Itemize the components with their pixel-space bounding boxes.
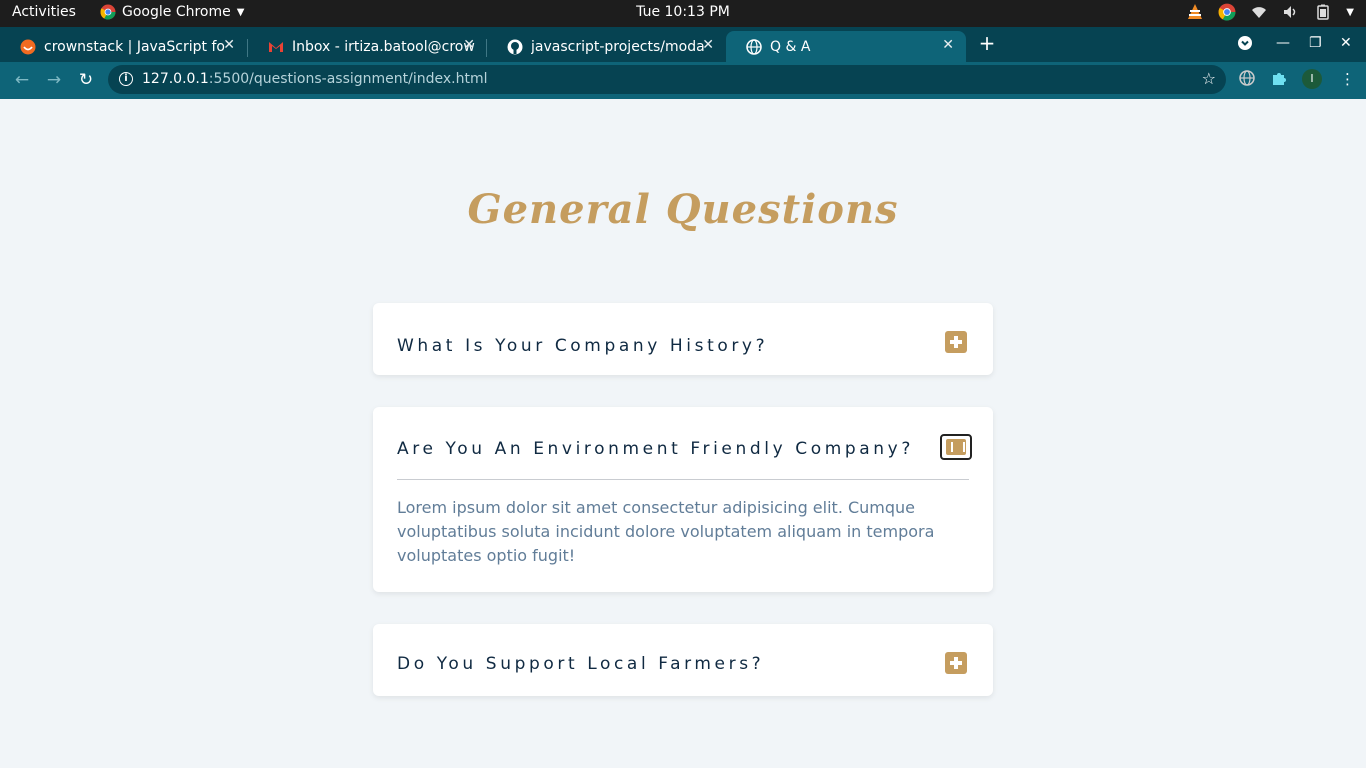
info-icon[interactable]: i — [119, 72, 133, 86]
tab-title: crownstack | JavaScript fo — [44, 38, 225, 55]
close-icon[interactable]: ✕ — [223, 37, 235, 53]
question-card: Do You Support Local Farmers? — [373, 624, 993, 696]
question-card-expanded: Are You An Environment Friendly Company?… — [373, 407, 993, 592]
new-tab-button[interactable]: + — [977, 33, 997, 54]
volume-icon[interactable] — [1282, 3, 1300, 21]
app-menu[interactable]: Google Chrome ▼ — [100, 4, 244, 20]
url-path: :5500/questions-assignment/index.html — [208, 71, 488, 87]
tab-gmail[interactable]: Inbox - irtiza.batool@crow ✕ — [248, 31, 487, 62]
answer-text: Lorem ipsum dolor sit amet consectetur a… — [397, 498, 935, 565]
github-favicon-icon — [507, 39, 523, 54]
menu-kebab-icon[interactable]: ⋮ — [1340, 70, 1355, 88]
browser-toolbar: ← → ↻ i 127.0.0.1:5500/questions-assignm… — [0, 62, 1366, 99]
question-text: Do You Support Local Farmers? — [397, 654, 765, 674]
question-card: What Is Your Company History? — [373, 303, 993, 375]
minimize-icon[interactable]: — — [1276, 35, 1290, 51]
translate-globe-icon[interactable] — [1239, 70, 1255, 90]
wifi-icon[interactable] — [1250, 3, 1268, 21]
app-menu-label: Google Chrome — [122, 4, 231, 20]
activities-button[interactable]: Activities — [12, 4, 76, 20]
chrome-icon — [100, 4, 116, 20]
tab-search-icon[interactable] — [1237, 35, 1253, 55]
chevron-down-icon: ▼ — [236, 6, 245, 18]
expand-plus-icon[interactable] — [945, 652, 967, 674]
tab-github[interactable]: javascript-projects/moda ✕ — [487, 31, 726, 62]
avatar[interactable]: I — [1302, 69, 1322, 89]
bookmark-star-icon[interactable]: ☆ — [1202, 69, 1216, 88]
system-tray[interactable]: ▼ — [1186, 3, 1354, 21]
reload-icon[interactable]: ↻ — [76, 70, 96, 90]
crownstack-favicon-icon — [20, 39, 36, 54]
close-icon[interactable]: ✕ — [463, 37, 475, 53]
page-title: General Questions — [467, 186, 899, 233]
vlc-icon[interactable] — [1186, 3, 1204, 21]
question-text: Are You An Environment Friendly Company? — [397, 439, 914, 459]
close-icon[interactable]: ✕ — [942, 37, 954, 53]
close-window-icon[interactable]: ✕ — [1340, 35, 1352, 51]
url-text[interactable]: 127.0.0.1:5500/questions-assignment/inde… — [142, 71, 487, 87]
extensions-puzzle-icon[interactable] — [1271, 70, 1287, 90]
tab-qa[interactable]: Q & A ✕ — [726, 31, 966, 62]
back-icon[interactable]: ← — [12, 70, 32, 90]
restore-icon[interactable]: ❐ — [1309, 35, 1322, 51]
tab-title: Inbox - irtiza.batool@crow — [292, 38, 475, 55]
close-icon[interactable]: ✕ — [702, 37, 714, 53]
divider — [397, 479, 969, 480]
gmail-favicon-icon — [269, 41, 283, 52]
collapse-minus-icon[interactable] — [940, 434, 972, 460]
expand-plus-icon[interactable] — [945, 331, 967, 353]
system-top-bar: Activities Google Chrome ▼ Tue 10:13 PM — [0, 0, 1366, 27]
address-bar[interactable]: i 127.0.0.1:5500/questions-assignment/in… — [108, 65, 1226, 94]
tab-title: javascript-projects/moda — [531, 38, 705, 55]
battery-icon[interactable] — [1314, 3, 1332, 21]
forward-icon[interactable]: → — [44, 70, 64, 90]
tab-title: Q & A — [770, 38, 811, 55]
chrome-tray-icon[interactable] — [1218, 3, 1236, 21]
tab-crownstack[interactable]: crownstack | JavaScript fo ✕ — [0, 31, 247, 62]
tab-strip: crownstack | JavaScript fo ✕ Inbox - irt… — [0, 27, 1366, 62]
question-text: What Is Your Company History? — [397, 336, 769, 356]
globe-icon — [746, 38, 762, 55]
url-host: 127.0.0.1 — [142, 71, 209, 87]
chevron-down-icon[interactable]: ▼ — [1346, 7, 1354, 18]
